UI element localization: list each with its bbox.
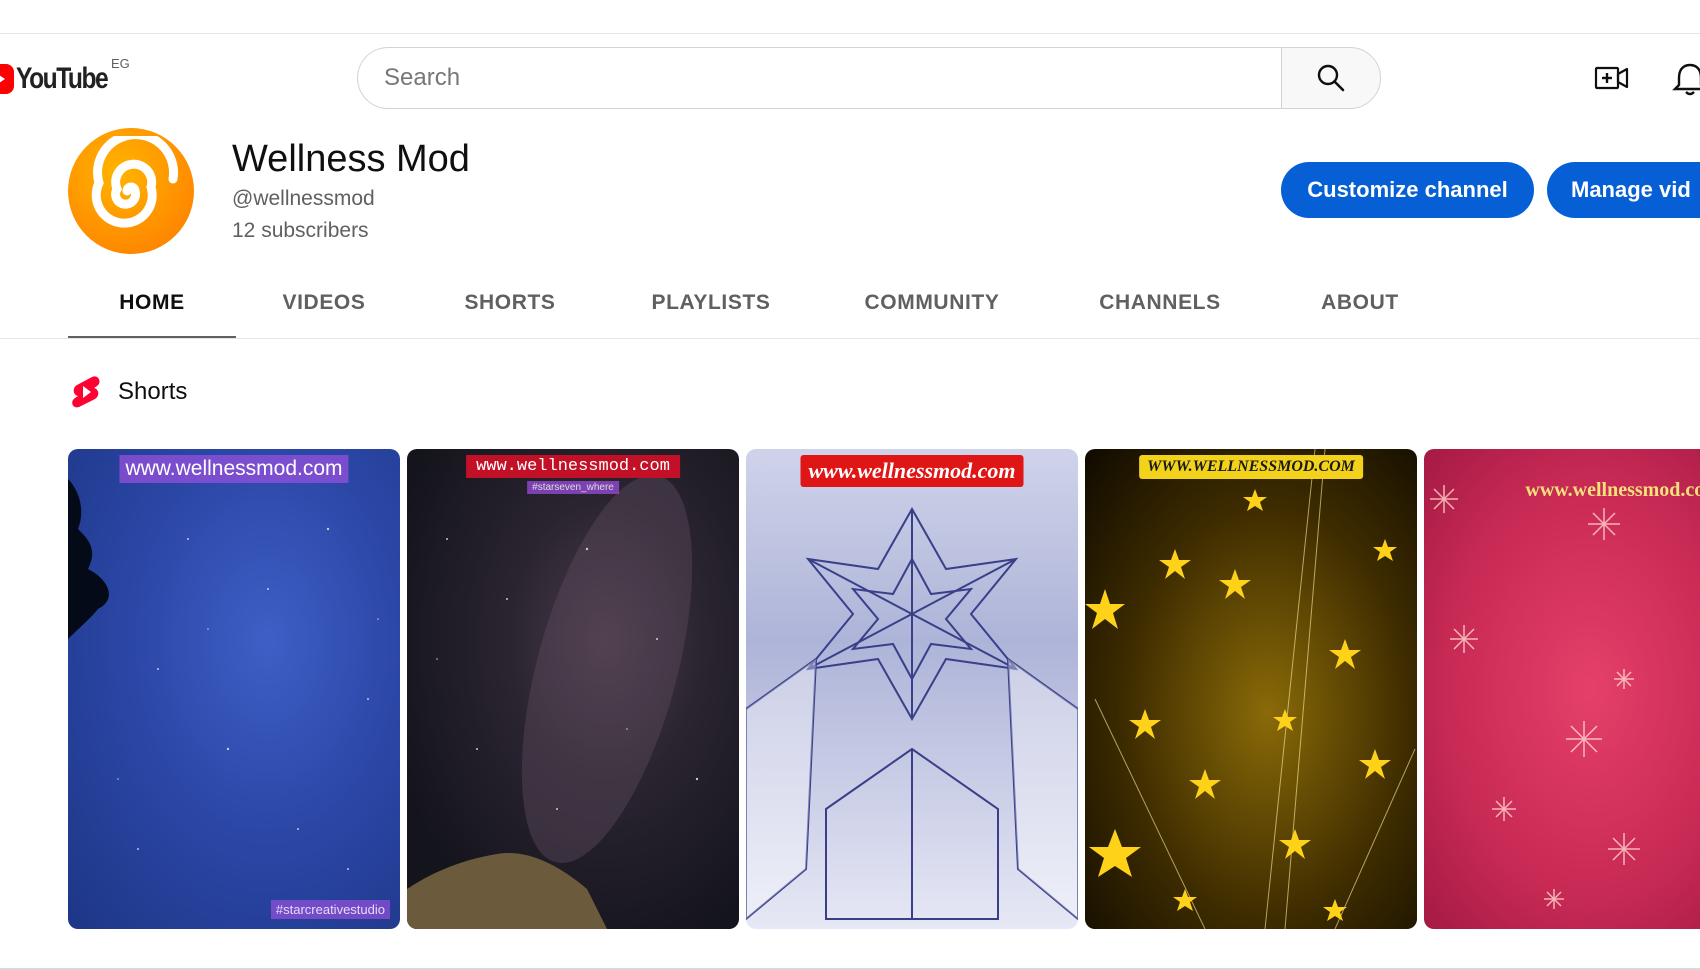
bell-icon	[1672, 63, 1700, 96]
youtube-logo[interactable]: YouTube EG	[0, 56, 130, 96]
country-code: EG	[111, 56, 130, 71]
tab-channels[interactable]: CHANNELS	[1050, 270, 1270, 336]
masthead: YouTube EG	[0, 34, 1700, 124]
short-overlay-text: www.wellnessmod.com	[1525, 479, 1700, 501]
logo-text: YouTube	[16, 62, 109, 95]
tab-videos[interactable]: VIDEOS	[236, 270, 412, 336]
short-thumbnail[interactable]: www.wellnessmod.com	[746, 449, 1078, 929]
short-thumbnail[interactable]: www.wellnessmod.com #starcreativestudio	[68, 449, 400, 929]
channel-tabs: HOME VIDEOS SHORTS PLAYLISTS COMMUNITY C…	[68, 270, 1450, 340]
manage-videos-button[interactable]: Manage vid	[1547, 162, 1700, 218]
short-thumbnail[interactable]: WWW.WELLNESSMOD.COM	[1085, 449, 1417, 929]
video-add-icon	[1594, 66, 1629, 90]
short-sub-overlay: #starseven_where	[527, 481, 619, 494]
tab-playlists[interactable]: PLAYLISTS	[608, 270, 814, 336]
tab-community[interactable]: COMMUNITY	[814, 270, 1050, 336]
short-watermark: #starcreativestudio	[270, 900, 390, 919]
tabs-divider	[0, 338, 1700, 339]
browser-top-strip	[0, 0, 1700, 34]
spiral-logo-icon	[91, 136, 179, 228]
shorts-row: www.wellnessmod.com #starcreativestudio …	[68, 449, 1700, 929]
search-button[interactable]	[1281, 47, 1381, 109]
channel-name: Wellness Mod	[232, 138, 470, 180]
subscriber-count: 12 subscribers	[232, 219, 369, 242]
youtube-play-icon	[0, 64, 14, 94]
channel-avatar[interactable]	[68, 128, 194, 254]
tab-home[interactable]: HOME	[68, 270, 236, 339]
channel-handle: @wellnessmod	[232, 187, 375, 210]
shorts-section-header: Shorts	[70, 374, 187, 410]
short-overlay-text: www.wellnessmod.com	[800, 455, 1024, 487]
search-icon	[1317, 64, 1345, 92]
search-bar	[357, 47, 1381, 109]
search-input[interactable]	[357, 47, 1281, 109]
create-video-button[interactable]	[1592, 61, 1632, 95]
short-thumbnail[interactable]: www.wellnessmod.com #starseven_where	[407, 449, 739, 929]
tab-about[interactable]: ABOUT	[1270, 270, 1450, 336]
shorts-icon	[72, 376, 100, 408]
snowflakes-image	[1430, 485, 1640, 909]
short-overlay-text: WWW.WELLNESSMOD.COM	[1139, 455, 1363, 479]
shorts-title: Shorts	[118, 378, 188, 405]
night-sky-image	[68, 479, 379, 870]
milky-way-image	[407, 474, 699, 929]
golden-stars-image	[1085, 449, 1416, 929]
short-overlay-text: www.wellnessmod.com	[466, 455, 680, 478]
customize-channel-button[interactable]: Customize channel	[1281, 162, 1534, 218]
kaleidoscope-image	[746, 506, 1078, 921]
tab-shorts[interactable]: SHORTS	[412, 270, 608, 336]
short-thumbnail[interactable]: www.wellnessmod.com	[1424, 449, 1700, 929]
notifications-button[interactable]	[1670, 61, 1700, 97]
short-overlay-text: www.wellnessmod.com	[119, 455, 349, 483]
